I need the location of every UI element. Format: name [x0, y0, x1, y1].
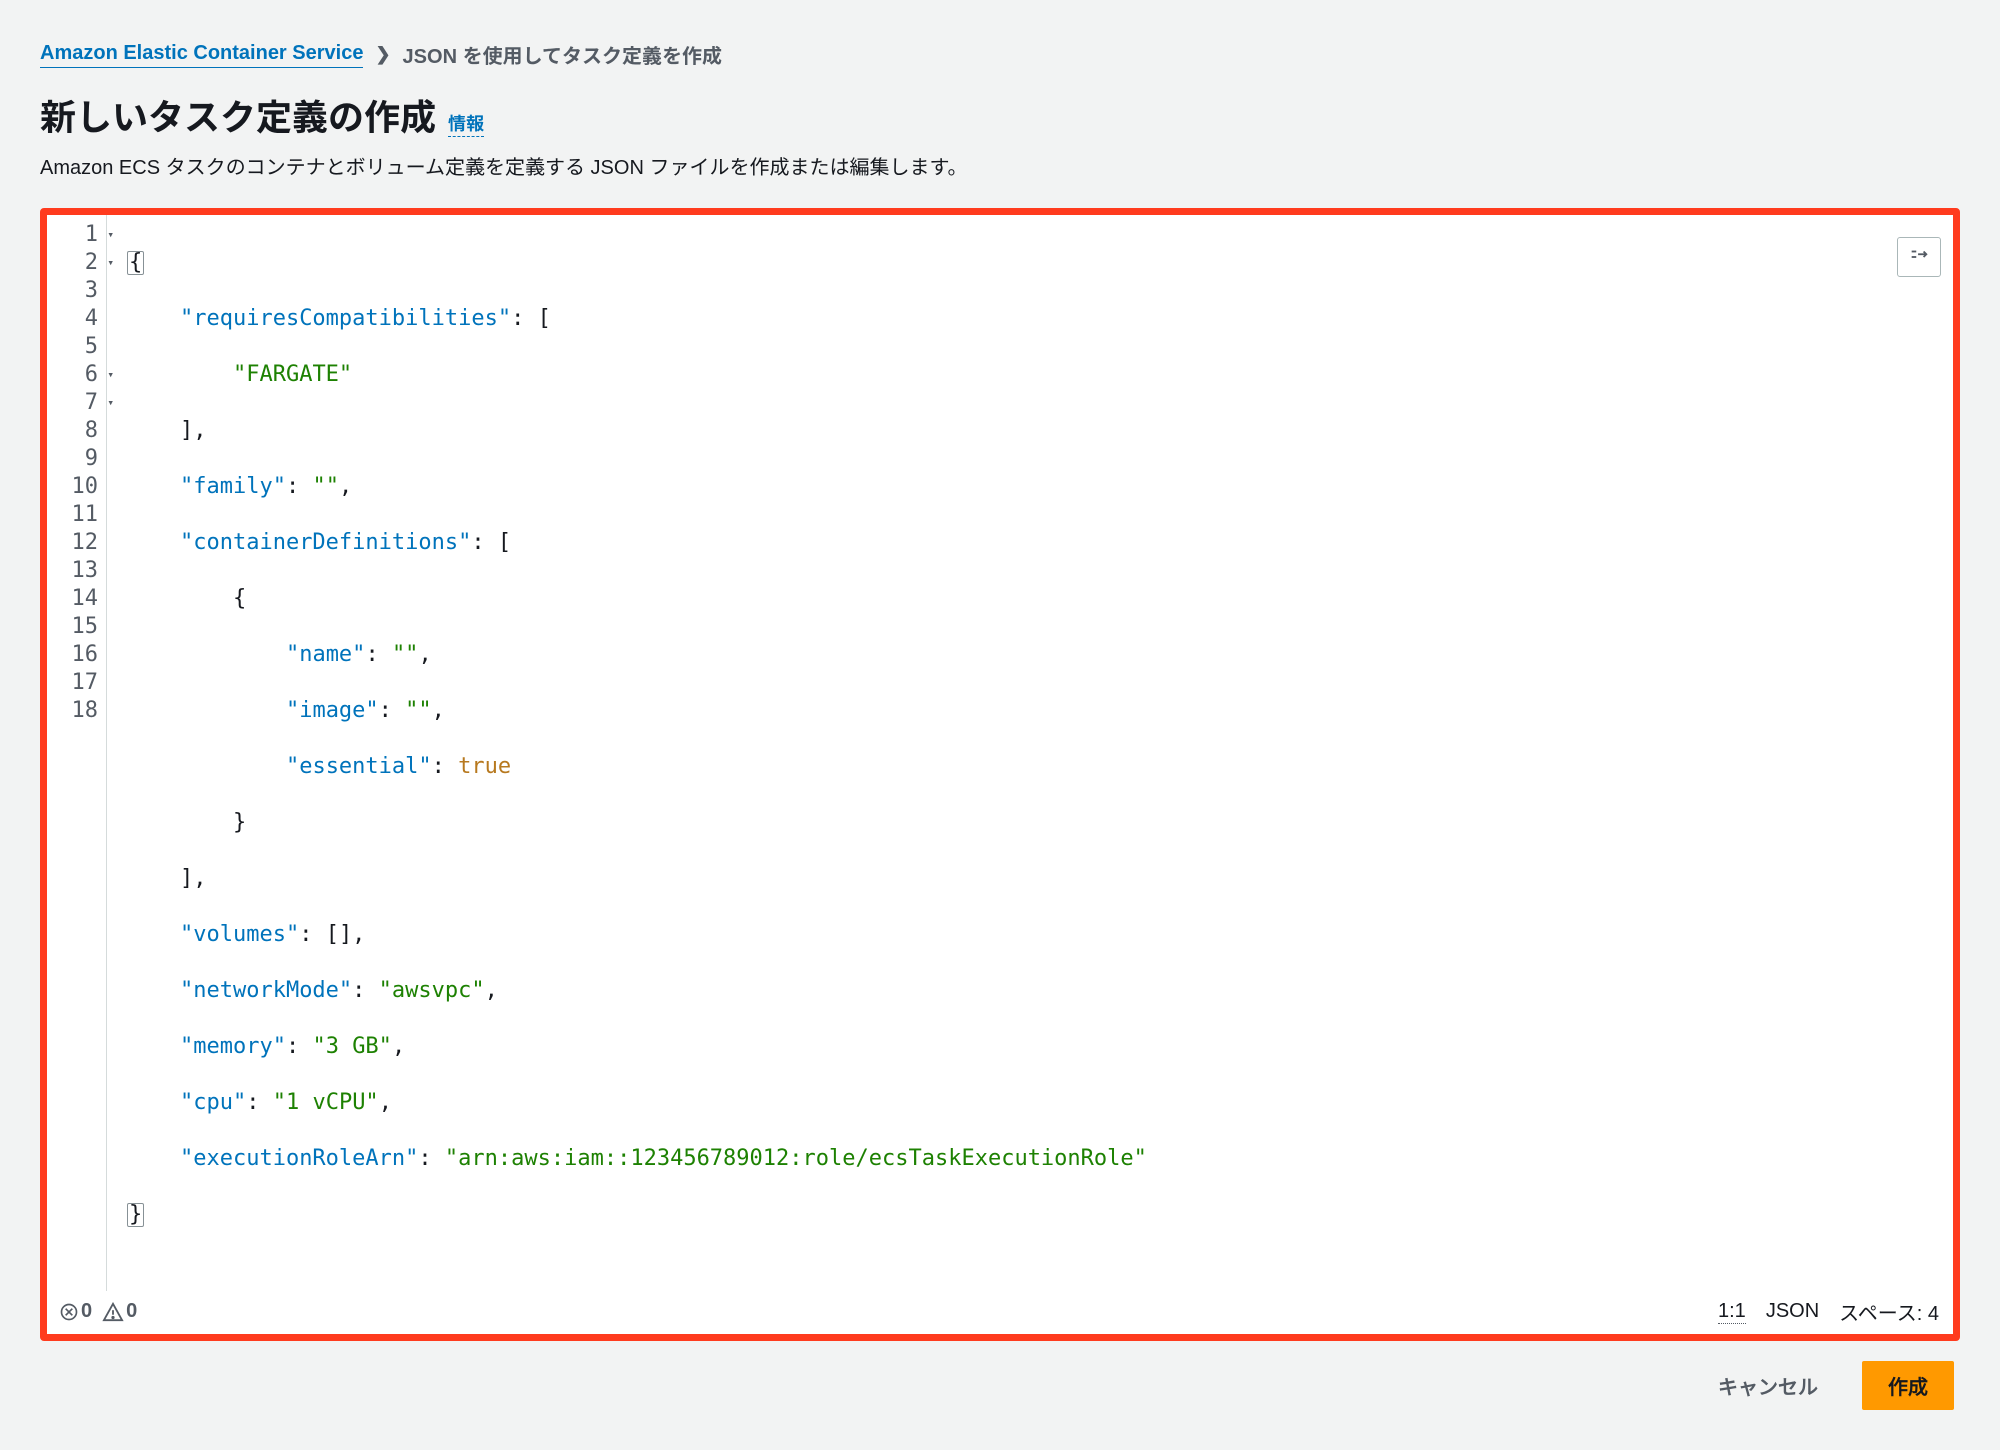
preferences-icon [1908, 246, 1930, 268]
editor-gutter: 1 2 3 4 5 6 7 8 9 10 11 12 13 14 15 16 1… [47, 215, 107, 1291]
editor-status-bar: 0 0 1:1 JSON スペース: 4 [47, 1291, 1953, 1334]
page-subtitle: Amazon ECS タスクのコンテナとボリューム定義を定義する JSON ファ… [40, 151, 1960, 180]
line-number: 1 [47, 221, 100, 249]
editor-language: JSON [1766, 1300, 1819, 1323]
line-number: 2 [47, 249, 100, 277]
line-number: 3 [47, 277, 100, 305]
create-button[interactable]: 作成 [1862, 1361, 1954, 1410]
warning-triangle-icon [102, 1302, 124, 1322]
form-actions: キャンセル 作成 [40, 1361, 1960, 1410]
json-editor: 1 2 3 4 5 6 7 8 9 10 11 12 13 14 15 16 1… [40, 208, 1960, 1341]
line-number: 9 [47, 445, 100, 473]
line-number: 14 [47, 585, 100, 613]
line-number: 7 [47, 389, 100, 417]
editor-textarea[interactable]: { "requiresCompatibilities": [ "FARGATE"… [107, 215, 1953, 1291]
line-number: 4 [47, 305, 100, 333]
error-circle-icon [59, 1302, 79, 1322]
cancel-button[interactable]: キャンセル [1692, 1361, 1844, 1410]
breadcrumb: Amazon Elastic Container Service ❯ JSON … [40, 40, 1960, 69]
breadcrumb-current: JSON を使用してタスク定義を作成 [403, 40, 722, 69]
page-title-text: 新しいタスク定義の作成 [40, 89, 436, 141]
breadcrumb-root-link[interactable]: Amazon Elastic Container Service [40, 42, 363, 68]
line-number: 6 [47, 361, 100, 389]
warnings-indicator: 0 [102, 1300, 137, 1323]
editor-indent: スペース: 4 [1839, 1297, 1939, 1326]
info-link[interactable]: 情報 [448, 110, 484, 137]
editor-preferences-button[interactable] [1897, 237, 1941, 277]
warnings-count: 0 [126, 1300, 137, 1323]
page-title: 新しいタスク定義の作成 情報 [40, 89, 1960, 141]
errors-count: 0 [81, 1300, 92, 1323]
cursor-position[interactable]: 1:1 [1718, 1300, 1746, 1324]
line-number: 16 [47, 641, 100, 669]
line-number: 8 [47, 417, 100, 445]
chevron-right-icon: ❯ [375, 44, 390, 65]
line-number: 10 [47, 473, 100, 501]
line-number: 18 [47, 697, 100, 725]
line-number: 13 [47, 557, 100, 585]
line-number: 12 [47, 529, 100, 557]
errors-indicator: 0 [59, 1300, 92, 1323]
line-number: 5 [47, 333, 100, 361]
line-number: 11 [47, 501, 100, 529]
line-number: 17 [47, 669, 100, 697]
line-number: 15 [47, 613, 100, 641]
